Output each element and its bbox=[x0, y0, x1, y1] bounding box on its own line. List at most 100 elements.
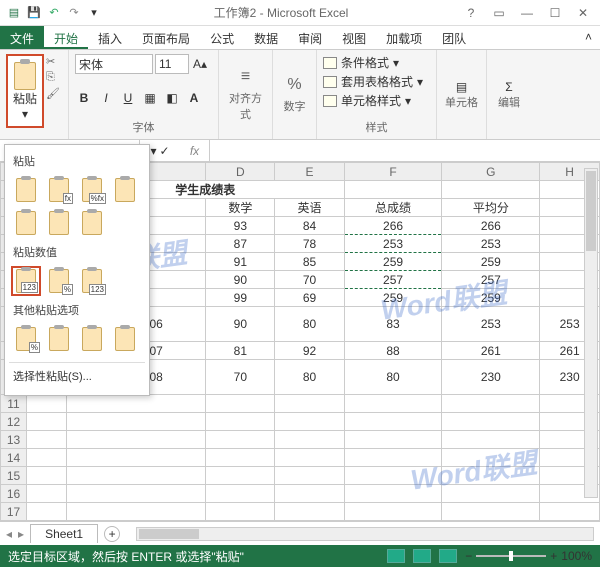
cell[interactable]: 88 bbox=[344, 342, 442, 360]
row-header[interactable]: 16 bbox=[1, 485, 27, 503]
cell[interactable]: 259 bbox=[442, 289, 540, 307]
paste-button[interactable]: 粘贴 ▾ bbox=[6, 54, 44, 128]
border-icon[interactable]: ▦ bbox=[141, 89, 159, 107]
cell[interactable]: 80 bbox=[344, 360, 442, 395]
tab-insert[interactable]: 插入 bbox=[88, 26, 132, 49]
tab-home[interactable]: 开始 bbox=[44, 26, 88, 49]
cell[interactable]: 259 bbox=[442, 253, 540, 271]
cut-icon[interactable]: ✂ bbox=[46, 54, 62, 68]
close-icon[interactable]: ✕ bbox=[572, 4, 594, 22]
enter-fx-icon[interactable]: ✓ bbox=[159, 144, 169, 158]
view-layout-icon[interactable] bbox=[413, 549, 431, 563]
cell[interactable]: 80 bbox=[275, 360, 344, 395]
cell[interactable]: 230 bbox=[442, 360, 540, 395]
cell[interactable]: 81 bbox=[206, 342, 275, 360]
font-name-combo[interactable]: 宋体 bbox=[75, 54, 153, 74]
cell[interactable]: 257 bbox=[344, 271, 442, 289]
sheet-nav-next-icon[interactable]: ▸ bbox=[18, 527, 24, 541]
undo-icon[interactable]: ↶ bbox=[46, 5, 62, 21]
maximize-icon[interactable]: ☐ bbox=[544, 4, 566, 22]
row-header[interactable]: 11 bbox=[1, 395, 27, 413]
tab-view[interactable]: 视图 bbox=[332, 26, 376, 49]
horizontal-scrollbar[interactable] bbox=[136, 527, 594, 541]
format-painter-icon[interactable]: 🖌 bbox=[46, 86, 62, 100]
paste-opt-colwidth[interactable] bbox=[44, 208, 74, 238]
redo-icon[interactable]: ↷ bbox=[66, 5, 82, 21]
cell[interactable]: 253 bbox=[344, 235, 442, 253]
table-format-label[interactable]: 套用表格格式 bbox=[341, 73, 413, 90]
row-header[interactable]: 15 bbox=[1, 467, 27, 485]
cell-style-icon[interactable] bbox=[323, 95, 337, 107]
editing-icon[interactable]: Σ bbox=[505, 80, 512, 94]
tab-formula[interactable]: 公式 bbox=[200, 26, 244, 49]
zoom-out-icon[interactable]: − bbox=[465, 549, 472, 563]
fx-icon[interactable]: fx bbox=[180, 140, 210, 161]
number-icon[interactable]: % bbox=[287, 76, 301, 94]
paste-link-icon[interactable] bbox=[44, 324, 74, 354]
cell[interactable]: 84 bbox=[275, 217, 344, 235]
paste-opt-formulas[interactable]: fx bbox=[44, 175, 74, 205]
fill-color-icon[interactable]: ◧ bbox=[163, 89, 181, 107]
formula-input[interactable] bbox=[210, 140, 600, 161]
col-header[interactable]: F bbox=[344, 163, 442, 181]
col-header[interactable]: E bbox=[275, 163, 344, 181]
tab-file[interactable]: 文件 bbox=[0, 26, 44, 49]
align-icon[interactable]: ≡ bbox=[241, 68, 250, 86]
paste-values-numfmt-icon[interactable]: % bbox=[44, 266, 74, 296]
cell[interactable]: 253 bbox=[442, 307, 540, 342]
cell[interactable]: 平均分 bbox=[442, 199, 540, 217]
row-header[interactable]: 14 bbox=[1, 449, 27, 467]
sheet-tab[interactable]: Sheet1 bbox=[30, 524, 98, 543]
cond-format-icon[interactable] bbox=[323, 57, 337, 69]
cell[interactable]: 87 bbox=[206, 235, 275, 253]
cell[interactable]: 78 bbox=[275, 235, 344, 253]
ribbon-toggle-icon[interactable]: ▭ bbox=[488, 4, 510, 22]
paste-linked-pic-icon[interactable] bbox=[110, 324, 140, 354]
cell[interactable]: 253 bbox=[442, 235, 540, 253]
tab-data[interactable]: 数据 bbox=[244, 26, 288, 49]
collapse-ribbon-icon[interactable]: ˄ bbox=[577, 26, 600, 49]
table-format-icon[interactable] bbox=[323, 76, 337, 88]
paste-opt-formulas-fmt[interactable]: %fx bbox=[77, 175, 107, 205]
tab-layout[interactable]: 页面布局 bbox=[132, 26, 200, 49]
paste-opt-keep-src[interactable] bbox=[110, 175, 140, 205]
cell[interactable]: 99 bbox=[206, 289, 275, 307]
zoom-in-icon[interactable]: + bbox=[550, 549, 557, 563]
cell[interactable]: 英语 bbox=[275, 199, 344, 217]
font-size-combo[interactable]: 11 bbox=[155, 54, 189, 74]
copy-icon[interactable]: ⎘ bbox=[46, 70, 62, 84]
cell[interactable]: 261 bbox=[442, 342, 540, 360]
cond-format-label[interactable]: 条件格式 bbox=[341, 54, 389, 71]
cell[interactable]: 83 bbox=[344, 307, 442, 342]
cell[interactable]: 70 bbox=[275, 271, 344, 289]
cancel-fx-icon[interactable]: ▾ bbox=[150, 144, 156, 158]
view-normal-icon[interactable] bbox=[387, 549, 405, 563]
paste-picture-icon[interactable] bbox=[77, 324, 107, 354]
qat-more-icon[interactable]: ▾ bbox=[86, 5, 102, 21]
paste-values-srcfmt-icon[interactable]: 123 bbox=[77, 266, 107, 296]
cells-icon[interactable]: ▤ bbox=[456, 80, 467, 94]
font-color-icon[interactable]: A bbox=[185, 89, 203, 107]
row-header[interactable]: 12 bbox=[1, 413, 27, 431]
paste-special-item[interactable]: 选择性粘贴(S)... bbox=[9, 362, 145, 389]
cell[interactable]: 259 bbox=[344, 253, 442, 271]
bold-icon[interactable]: B bbox=[75, 89, 93, 107]
zoom-slider[interactable] bbox=[476, 555, 546, 557]
tab-review[interactable]: 审阅 bbox=[288, 26, 332, 49]
cell[interactable]: 总成绩 bbox=[344, 199, 442, 217]
italic-icon[interactable]: I bbox=[97, 89, 115, 107]
tab-addin[interactable]: 加载项 bbox=[376, 26, 432, 49]
cell-style-label[interactable]: 单元格样式 bbox=[341, 92, 401, 109]
minimize-icon[interactable]: — bbox=[516, 4, 538, 22]
row-header[interactable]: 13 bbox=[1, 431, 27, 449]
cell[interactable]: 90 bbox=[206, 271, 275, 289]
paste-formatting-icon[interactable]: % bbox=[11, 324, 41, 354]
paste-opt-noborder[interactable] bbox=[11, 208, 41, 238]
view-break-icon[interactable] bbox=[439, 549, 457, 563]
paste-opt-transpose[interactable] bbox=[77, 208, 107, 238]
cell[interactable]: 91 bbox=[206, 253, 275, 271]
col-header[interactable]: D bbox=[206, 163, 275, 181]
sheet-nav-prev-icon[interactable]: ◂ bbox=[6, 527, 12, 541]
cell[interactable]: 92 bbox=[275, 342, 344, 360]
cell[interactable]: 69 bbox=[275, 289, 344, 307]
